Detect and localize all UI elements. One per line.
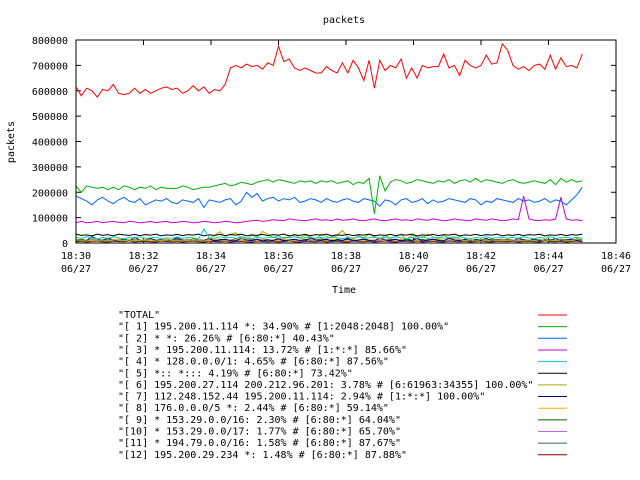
y-tick-label: 800000 [32, 36, 68, 47]
x-tick-label-date: 06/27 [263, 264, 293, 275]
x-tick-label-date: 06/27 [398, 264, 428, 275]
x-tick-label-date: 06/27 [128, 264, 158, 275]
x-tick-label-time: 18:30 [61, 251, 91, 262]
y-tick-label: 400000 [32, 138, 68, 149]
legend-label-0: "TOTAL" [118, 310, 160, 321]
x-axis-label: Time [332, 285, 356, 296]
legend-label-9: "[ 9] * 153.29.0.0/16: 2.30% # [6:80:*] … [118, 415, 401, 426]
legend-label-2: "[ 2] * *: 26.26% # [6:80:*] 40.43%" [118, 333, 335, 344]
x-tick-label-time: 18:38 [331, 251, 361, 262]
legend-label-3: "[ 3] * 195.200.11.114: 13.72% # [1:*:*]… [118, 345, 407, 356]
x-tick-label-date: 06/27 [331, 264, 361, 275]
legend-label-5: "[ 5] *:: *::: 4.19% # [6:80:*] 73.42%" [118, 368, 353, 379]
y-axis-label: packets [6, 121, 17, 163]
y-tick-label: 300000 [32, 163, 68, 174]
y-tick-label: 700000 [32, 61, 68, 72]
legend: "TOTAL""[ 1] 195.200.11.114 *: 34.90% # … [118, 310, 567, 461]
x-tick-label-time: 18:46 [601, 251, 631, 262]
x-tick-label-date: 06/27 [466, 264, 496, 275]
y-tick-label: 0 [62, 239, 68, 250]
legend-label-10: "[10] * 153.29.0.0/17: 1.77% # [6:80:*] … [118, 427, 401, 438]
x-tick-label-time: 18:44 [533, 251, 563, 262]
series-line-1 [75, 175, 583, 214]
y-tick-label: 100000 [32, 214, 68, 225]
x-tick-label-time: 18:42 [466, 251, 496, 262]
legend-label-6: "[ 6] 195.200.27.114 200.212.96.201: 3.7… [118, 380, 533, 391]
legend-label-12: "[12] 195.200.29.234 *: 1.48% # [6:80:*]… [118, 450, 407, 461]
x-tick-label-time: 18:40 [398, 251, 428, 262]
x-tick-label-time: 18:34 [196, 251, 226, 262]
x-tick-label-date: 06/27 [61, 264, 91, 275]
x-tick-label-time: 18:36 [263, 251, 293, 262]
x-tick-label-date: 06/27 [601, 264, 631, 275]
packets-line-chart: packets packets Time 0 100000 200000 300000… [6, 15, 631, 461]
x-tick-label-date: 06/27 [196, 264, 226, 275]
series-line-4 [75, 227, 583, 240]
x-tick-label-time: 18:32 [128, 251, 158, 262]
y-tick-label: 200000 [32, 188, 68, 199]
legend-label-4: "[ 4] * 128.0.0.0/1: 4.65% # [6:80:*] 87… [118, 357, 389, 368]
legend-label-8: "[ 8] 176.0.0.0/5 *: 2.44% # [6:80:*] 59… [118, 403, 389, 414]
legend-label-7: "[ 7] 112.248.152.44 195.200.11.114: 2.9… [118, 392, 485, 403]
series-line-2 [75, 186, 583, 209]
y-tick-label: 600000 [32, 87, 68, 98]
series-line-0 [75, 42, 583, 98]
y-tick-label: 500000 [32, 112, 68, 123]
legend-label-1: "[ 1] 195.200.11.114 *: 34.90% # [1:2048… [118, 322, 449, 333]
legend-label-11: "[11] * 194.79.0.0/16: 1.58% # [6:80:*] … [118, 438, 401, 449]
series-lines [75, 42, 583, 243]
series-line-5 [75, 233, 583, 237]
x-tick-label-date: 06/27 [533, 264, 563, 275]
chart-title: packets [323, 15, 365, 26]
